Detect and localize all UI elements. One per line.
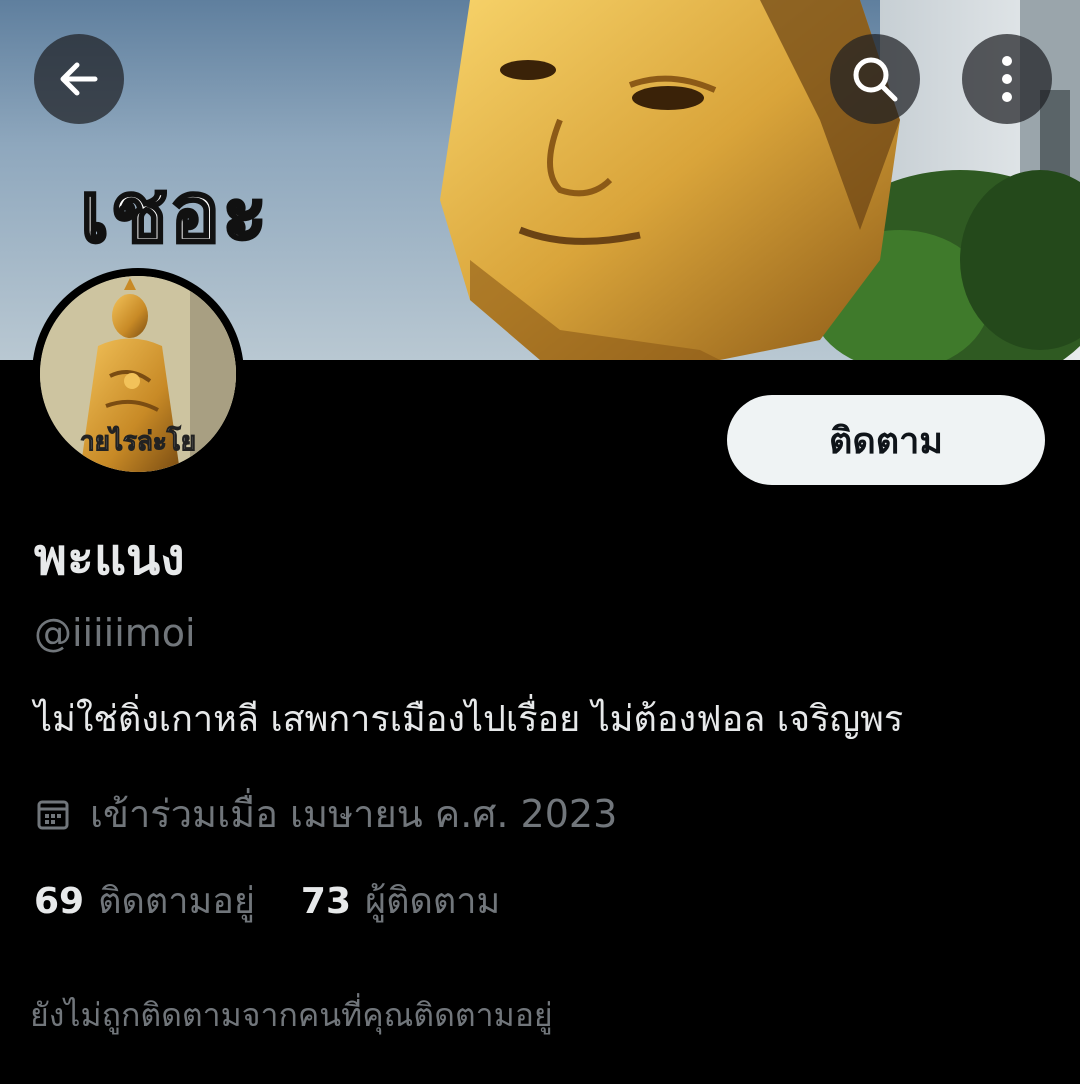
avatar[interactable]: ายไรล่ะโย	[32, 268, 244, 480]
arrow-left-icon	[55, 55, 103, 103]
display-name: พะแนง	[34, 528, 185, 586]
followers-label: ผู้ติดตาม	[365, 881, 501, 922]
joined-date-row: เข้าร่วมเมื่อ เมษายน ค.ศ. 2023	[36, 786, 617, 842]
not-followed-note: ยังไม่ถูกติดตามจากคนที่คุณติดตามอยู่	[30, 996, 553, 1034]
followers-stat[interactable]: 73 ผู้ติดตาม	[301, 874, 500, 930]
avatar-image: ายไรล่ะโย	[40, 276, 236, 472]
follow-stats: 69 ติดตามอยู่ 73 ผู้ติดตาม	[34, 874, 546, 930]
search-button[interactable]	[830, 34, 920, 124]
more-options-button[interactable]	[962, 34, 1052, 124]
search-icon	[849, 53, 901, 105]
back-button[interactable]	[34, 34, 124, 124]
profile-page: เชอะ ายไรล่ะโย ติดตาม พะแนง @iiiiimoi ไม…	[0, 0, 1080, 1084]
following-label: ติดตามอยู่	[98, 881, 255, 922]
banner-caption: เชอะ	[78, 163, 270, 261]
joined-date-text: เข้าร่วมเมื่อ เมษายน ค.ศ. 2023	[90, 792, 618, 836]
following-count: 69	[34, 881, 85, 922]
more-vertical-icon	[997, 53, 1017, 105]
profile-bio: ไม่ใช่ติ่งเกาหลี เสพการเมืองไปเรื่อย ไม่…	[34, 699, 904, 740]
username-handle: @iiiiimoi	[34, 611, 196, 655]
calendar-icon	[36, 797, 70, 831]
followers-count: 73	[300, 881, 352, 922]
following-stat[interactable]: 69 ติดตามอยู่	[34, 874, 255, 930]
follow-button[interactable]: ติดตาม	[727, 395, 1045, 485]
avatar-caption: ายไรล่ะโย	[80, 427, 197, 458]
